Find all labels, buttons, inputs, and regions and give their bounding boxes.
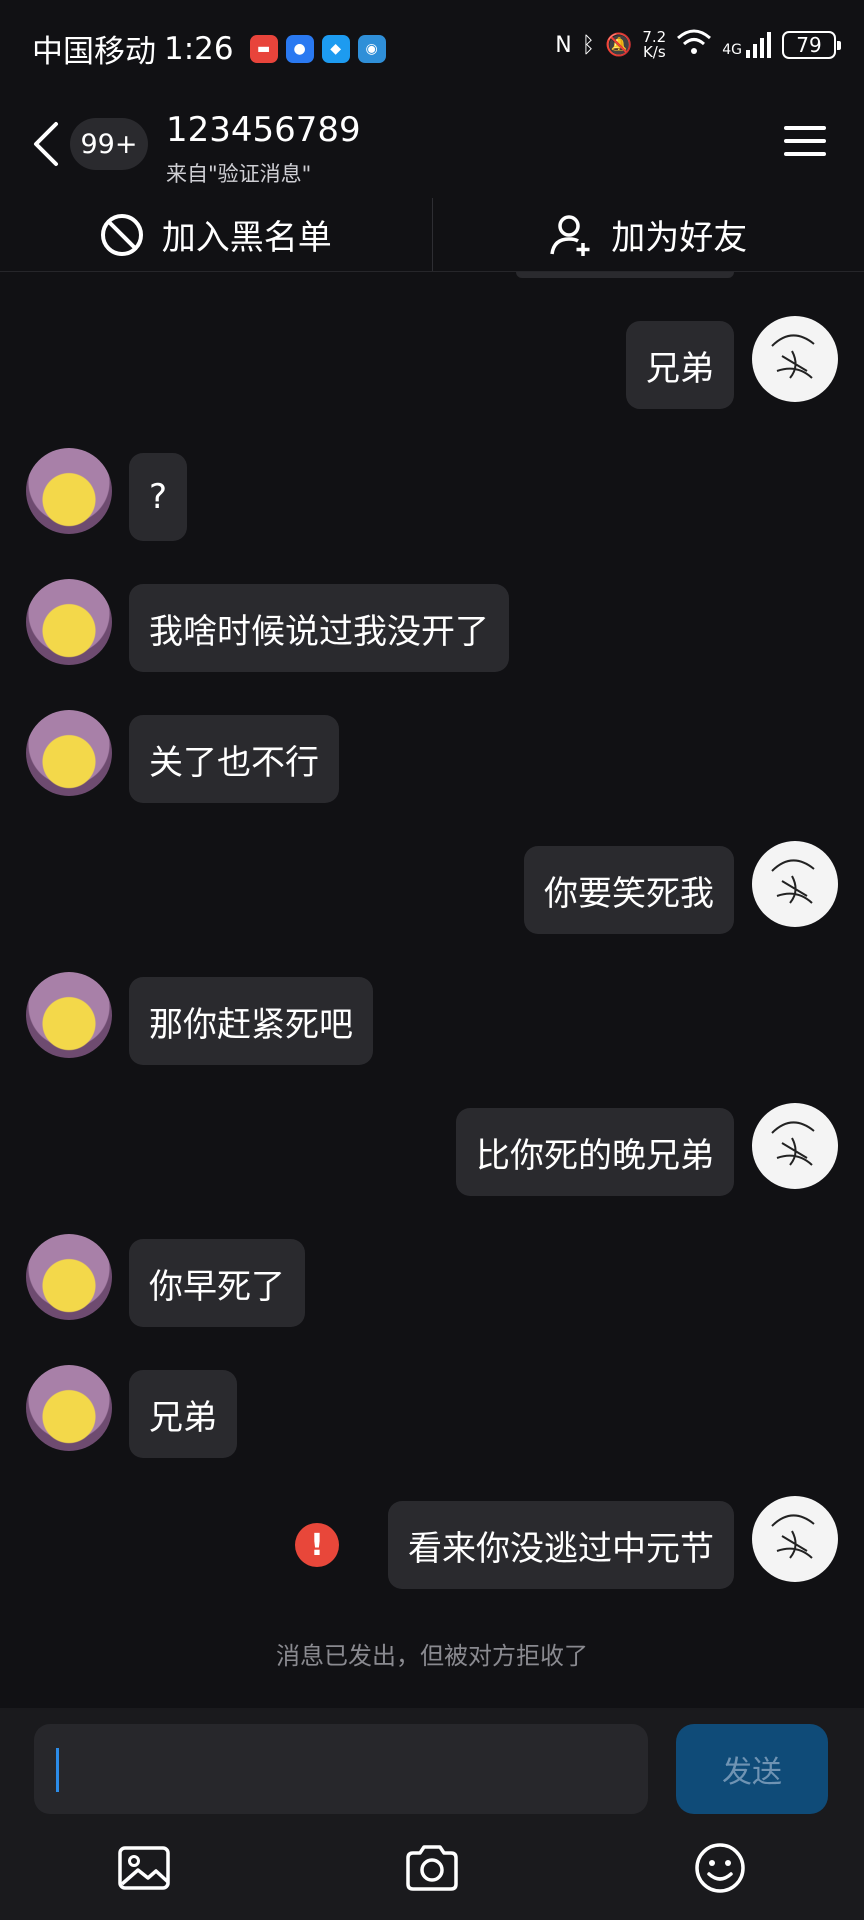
message-bubble[interactable]: 比你死的晚兄弟 [456, 1108, 734, 1196]
message-bubble[interactable]: 看来你没逃过中元节 [388, 1501, 734, 1589]
unread-badge[interactable]: 99+ [70, 118, 148, 170]
add-friend-button[interactable]: 加为好友 [433, 198, 864, 271]
image-icon [118, 1846, 170, 1890]
rejected-notice: 消息已发出，但被对方拒收了 [276, 1642, 588, 1670]
add-friend-label: 加为好友 [611, 218, 748, 258]
partial-bubble [516, 272, 734, 278]
chat-header: 99+ 123456789 来自"验证消息" [0, 94, 864, 198]
message-bubble[interactable]: 那你赶紧死吧 [129, 977, 373, 1065]
contact-avatar[interactable] [26, 1365, 112, 1451]
chat-subtitle: 来自"验证消息" [166, 162, 312, 186]
text-cursor [56, 1748, 59, 1792]
contact-avatar[interactable] [26, 710, 112, 796]
image-button[interactable] [116, 1840, 172, 1896]
camera-button[interactable] [404, 1840, 460, 1896]
emoji-button[interactable] [692, 1840, 748, 1896]
stranger-action-bar: 加入黑名单 加为好友 [0, 198, 864, 272]
status-bar: 中国移动 1:26 ▬ ● ◆ ◉ N ᛒ 🔕 7.2 K/s 4G 79 [0, 0, 864, 94]
huawei-app-icon: ▬ [249, 34, 278, 63]
message-bubble[interactable]: 你早死了 [129, 1239, 305, 1327]
contact-avatar[interactable] [26, 1234, 112, 1320]
contact-avatar[interactable] [26, 972, 112, 1058]
message-bubble[interactable]: 我啥时候说过我没开了 [129, 584, 509, 672]
hamburger-icon [784, 126, 826, 156]
message-bubble[interactable]: 你要笑死我 [524, 846, 734, 934]
add-user-icon [550, 214, 590, 256]
block-label: 加入黑名单 [161, 218, 332, 258]
mute-bell-icon: 🔕 [604, 32, 633, 58]
my-avatar[interactable] [752, 1103, 838, 1189]
block-button[interactable]: 加入黑名单 [0, 198, 432, 271]
contact-avatar[interactable] [26, 579, 112, 665]
wifi-icon [676, 28, 712, 62]
smile-icon [695, 1843, 745, 1893]
chat-title: 123456789 [166, 110, 361, 150]
message-bubble[interactable]: 兄弟 [626, 321, 734, 409]
carrier-label: 中国移动 [32, 34, 156, 70]
nfc-icon: N [555, 32, 572, 58]
chat-messages: 兄弟 ? 我啥时候说过我没开了 关了也不行 你要笑死我 那你赶紧死吧 比你死的晚… [0, 272, 864, 1708]
my-avatar[interactable] [752, 1496, 838, 1582]
menu-button[interactable] [784, 124, 826, 158]
message-bubble[interactable]: 兄弟 [129, 1370, 237, 1458]
message-input[interactable] [34, 1724, 648, 1814]
bluetooth-icon: ᛒ [581, 32, 595, 58]
send-button[interactable]: 发送 [676, 1724, 828, 1814]
browser-app-icon: ● [285, 34, 314, 63]
contact-avatar[interactable] [26, 448, 112, 534]
back-button[interactable] [28, 118, 64, 170]
input-bar: 发送 [0, 1708, 864, 1920]
message-bubble[interactable]: 关了也不行 [129, 715, 339, 803]
cell-signal: 4G [722, 32, 772, 58]
camera-icon [406, 1845, 458, 1891]
chevron-left-icon [34, 122, 58, 166]
battery-indicator: 79 [782, 31, 841, 59]
my-avatar[interactable] [752, 841, 838, 927]
message-bubble[interactable]: ? [129, 453, 188, 541]
my-avatar[interactable] [752, 316, 838, 402]
clock: 1:26 [164, 30, 234, 67]
block-icon [100, 213, 143, 256]
globe-app-icon: ◉ [357, 34, 386, 63]
send-failed-icon[interactable]: ! [295, 1523, 339, 1567]
net-speed: 7.2 K/s [642, 28, 667, 61]
chat-app-icon: ◆ [321, 34, 350, 63]
